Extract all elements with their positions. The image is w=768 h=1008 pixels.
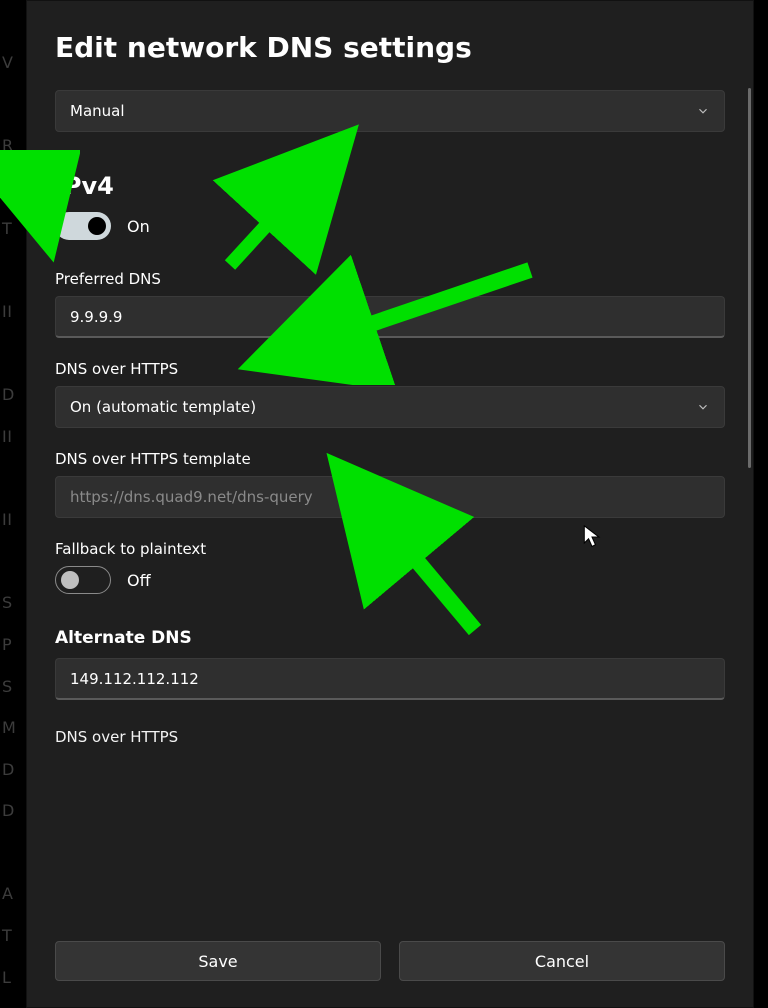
- fallback-toggle[interactable]: [55, 566, 111, 594]
- alternate-dns-field: Alternate DNS 149.112.112.112: [55, 628, 725, 700]
- preferred-dns-label: Preferred DNS: [55, 270, 725, 288]
- fallback-field: Fallback to plaintext Off: [55, 540, 725, 594]
- chevron-down-icon: [696, 104, 710, 118]
- save-button-label: Save: [198, 952, 237, 971]
- fallback-toggle-label: Off: [127, 571, 151, 590]
- dialog-title: Edit network DNS settings: [55, 31, 725, 64]
- doh-select[interactable]: On (automatic template): [55, 386, 725, 428]
- doh-template-input: https://dns.quad9.net/dns-query: [55, 476, 725, 518]
- doh-template-label: DNS over HTTPS template: [55, 450, 725, 468]
- dialog-scrollbar[interactable]: [748, 88, 751, 468]
- dialog-header: Edit network DNS settings: [27, 1, 753, 74]
- chevron-down-icon: [696, 400, 710, 414]
- preferred-dns-value: 9.9.9.9: [70, 308, 122, 326]
- doh-select-value: On (automatic template): [70, 398, 256, 416]
- save-button[interactable]: Save: [55, 941, 381, 981]
- dns-settings-dialog: Edit network DNS settings Manual IPv4 On…: [26, 0, 754, 1008]
- toggle-thumb: [61, 571, 79, 589]
- background-obscured-text: VRHTIIDIIIISPSMDDATLII: [2, 0, 16, 1008]
- fallback-label: Fallback to plaintext: [55, 540, 725, 558]
- dialog-footer: Save Cancel: [27, 923, 753, 1007]
- doh-field: DNS over HTTPS On (automatic template): [55, 360, 725, 428]
- ipv4-heading: IPv4: [55, 172, 725, 200]
- ipv4-section: IPv4 On: [55, 172, 725, 240]
- scroll-fade: [27, 883, 753, 923]
- alternate-doh-label-partial: DNS over HTTPS: [55, 728, 725, 746]
- doh-template-value: https://dns.quad9.net/dns-query: [70, 488, 313, 506]
- cancel-button-label: Cancel: [535, 952, 589, 971]
- toggle-thumb: [88, 217, 106, 235]
- doh-template-field: DNS over HTTPS template https://dns.quad…: [55, 450, 725, 518]
- alternate-dns-label: Alternate DNS: [55, 628, 725, 648]
- preferred-dns-input[interactable]: 9.9.9.9: [55, 296, 725, 338]
- preferred-dns-field: Preferred DNS 9.9.9.9: [55, 270, 725, 338]
- alternate-dns-input[interactable]: 149.112.112.112: [55, 658, 725, 700]
- ipv4-toggle[interactable]: [55, 212, 111, 240]
- alternate-dns-value: 149.112.112.112: [70, 670, 199, 688]
- cancel-button[interactable]: Cancel: [399, 941, 725, 981]
- ipv4-toggle-label: On: [127, 217, 150, 236]
- dns-mode-select-value: Manual: [70, 102, 125, 120]
- dialog-body: Manual IPv4 On Preferred DNS 9.9.9.9 D: [27, 74, 753, 923]
- doh-label: DNS over HTTPS: [55, 360, 725, 378]
- dns-mode-select[interactable]: Manual: [55, 90, 725, 132]
